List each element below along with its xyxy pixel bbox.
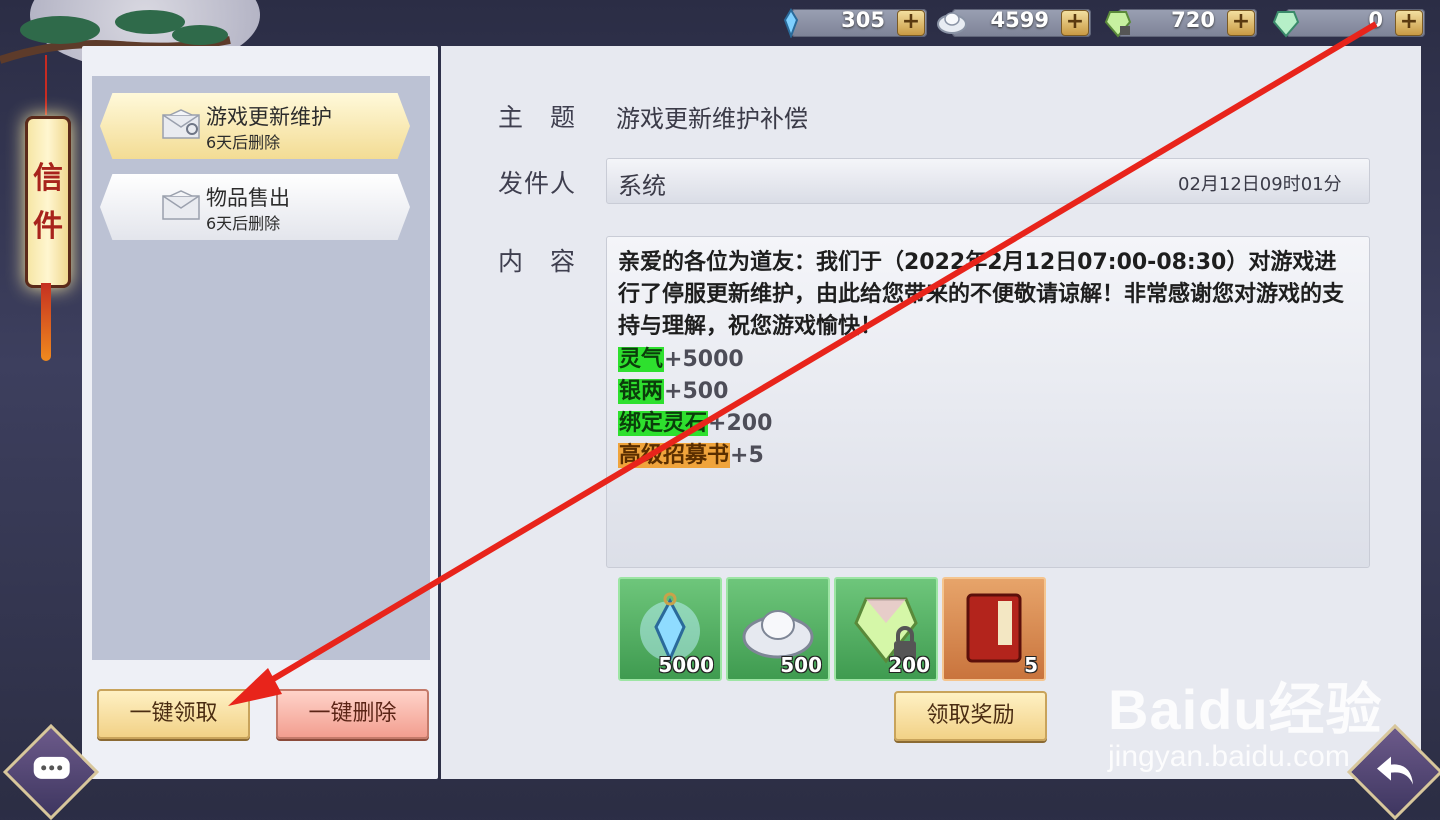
reward-item[interactable]: 500	[726, 577, 830, 681]
currency-value: 0	[1368, 8, 1383, 32]
mail-list-area	[92, 76, 430, 660]
envelope-icon	[162, 190, 200, 220]
recruit-book-icon	[966, 593, 1022, 663]
mail-item[interactable]: 物品售出 6天后删除	[100, 174, 410, 240]
reward-item[interactable]: 200	[834, 577, 938, 681]
reward-line: 高级招募书+5	[618, 440, 764, 472]
lantern-title: 信 件	[28, 155, 68, 251]
lantern-string	[45, 55, 47, 115]
mail-body-text: 亲爱的各位为道友：我们于（2022年2月12日07:00-08:30）对游戏进行…	[618, 250, 1345, 339]
subject-value: 游戏更新维护补偿	[616, 105, 808, 133]
reward-item[interactable]: 5000	[618, 577, 722, 681]
mail-item[interactable]: 游戏更新维护 6天后删除	[92, 89, 418, 163]
reward-name: 高级招募书	[618, 443, 731, 468]
envelope-icon	[162, 109, 200, 139]
mail-date: 02月12日09时01分	[1178, 174, 1342, 195]
mail-title: 物品售出	[206, 186, 290, 210]
reward-count: 500	[780, 653, 822, 677]
mail-title: 游戏更新维护	[206, 105, 332, 129]
back-arrow-icon	[1377, 756, 1413, 785]
watermark-logo: Baidu经验	[1108, 678, 1383, 741]
reward-count: 5	[1024, 653, 1038, 677]
bound-gem-icon	[1104, 11, 1132, 38]
gem-icon	[1272, 11, 1300, 38]
sender-label: 发件人	[498, 169, 577, 198]
reward-name: 银两	[618, 379, 665, 404]
currency-spirit: 305 +	[775, 6, 927, 38]
lantern-tassel	[41, 283, 51, 361]
reward-count: 5000	[658, 653, 714, 677]
add-currency-button[interactable]: +	[1061, 10, 1089, 36]
add-currency-button[interactable]: +	[1395, 10, 1423, 36]
lantern-char: 信	[33, 161, 63, 196]
sender-value: 系统	[618, 172, 666, 200]
currency-gem: 0 +	[1270, 6, 1425, 38]
currency-bound-gem: 720 +	[1102, 6, 1257, 38]
subject-label: 主 题	[498, 103, 577, 132]
reward-line: 银两+500	[618, 376, 728, 408]
mail-expiry: 6天后删除	[206, 214, 281, 233]
claim-reward-button[interactable]: 领取奖励	[894, 691, 1047, 741]
currency-value: 305	[841, 8, 885, 32]
mail-expiry: 6天后删除	[206, 133, 281, 152]
currency-value: 720	[1171, 8, 1215, 32]
reward-name: 绑定灵石	[618, 411, 709, 436]
delete-all-button[interactable]: 一键删除	[276, 689, 429, 739]
chat-icon	[33, 756, 70, 779]
reward-amount: +5	[730, 443, 764, 468]
lantern-char: 件	[33, 209, 63, 244]
add-currency-button[interactable]: +	[897, 10, 925, 36]
reward-amount: +5000	[664, 347, 744, 372]
title-lantern: 信 件	[25, 116, 71, 288]
add-currency-button[interactable]: +	[1227, 10, 1255, 36]
reward-item[interactable]: 5	[942, 577, 1046, 681]
spirit-crystal-icon	[783, 8, 799, 38]
reward-line: 绑定灵石+200	[618, 408, 772, 440]
claim-all-button[interactable]: 一键领取	[97, 689, 250, 739]
silver-ingot-icon	[937, 12, 967, 34]
reward-count: 200	[888, 653, 930, 677]
currency-value: 4599	[990, 8, 1049, 32]
reward-amount: +200	[708, 411, 773, 436]
watermark-url: jingyan.baidu.com	[1108, 740, 1350, 773]
reward-amount: +500	[664, 379, 729, 404]
content-label: 内 容	[498, 247, 577, 276]
reward-line: 灵气+5000	[618, 344, 744, 376]
reward-name: 灵气	[618, 347, 665, 372]
currency-silver: 4599 +	[936, 6, 1091, 38]
